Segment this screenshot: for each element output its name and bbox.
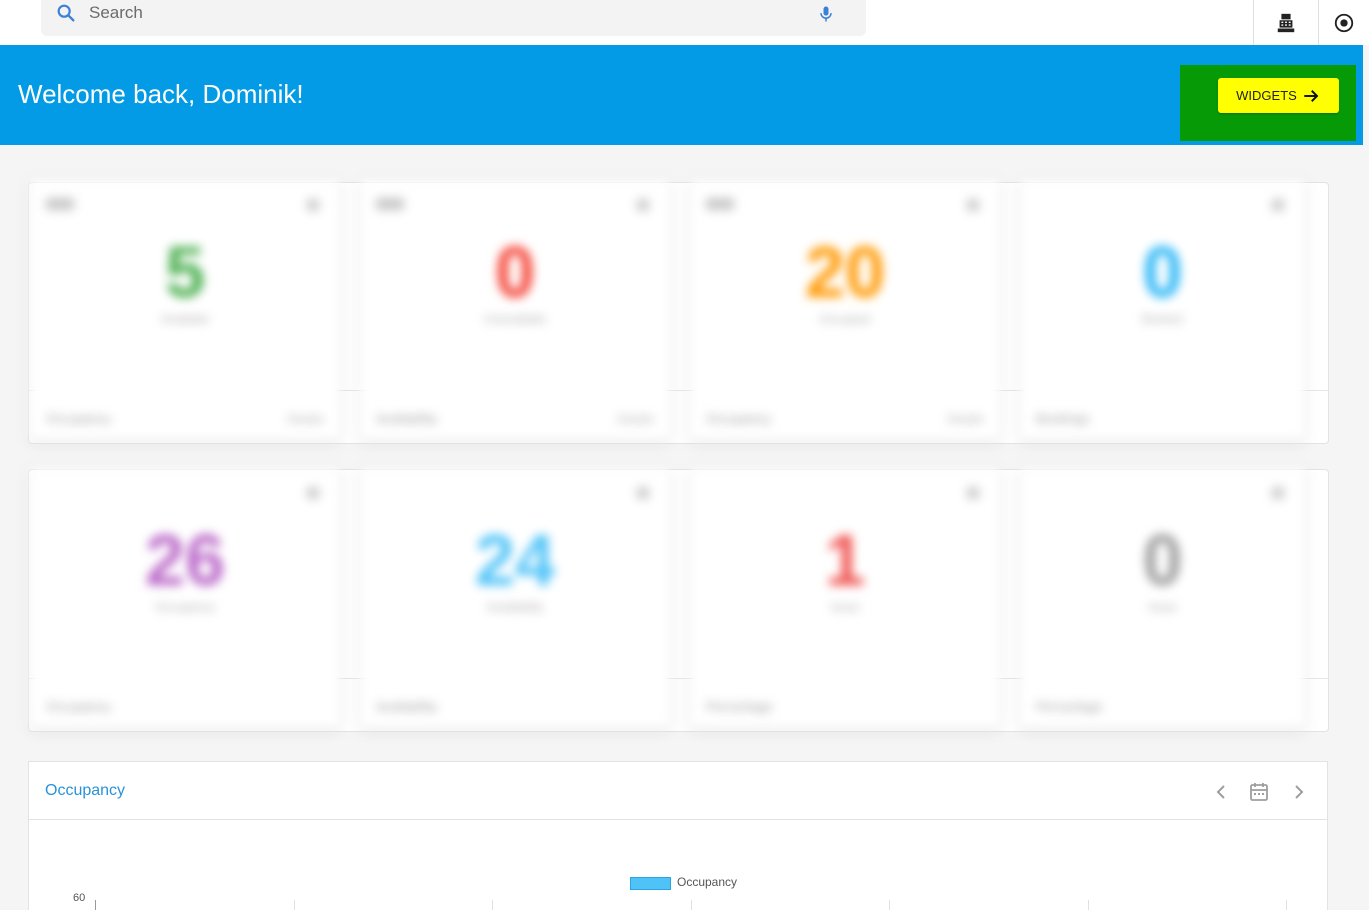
cash-register-button[interactable] xyxy=(1253,0,1318,45)
cash-register-icon xyxy=(1277,13,1295,32)
welcome-message: Welcome back, Dominik! xyxy=(18,79,304,109)
legend-label[interactable]: Occupancy xyxy=(677,875,737,889)
widget-row-2 xyxy=(28,469,1329,732)
arrow-right-icon xyxy=(1304,89,1319,102)
row-divider xyxy=(29,678,1328,679)
search-bar[interactable]: Search xyxy=(41,0,866,36)
search-input[interactable]: Search xyxy=(89,3,143,23)
grid-line xyxy=(294,900,295,910)
calendar-icon[interactable] xyxy=(1247,780,1271,804)
legend-swatch[interactable] xyxy=(630,877,671,890)
grid-line xyxy=(492,900,493,910)
widgets-button-label: WIDGETS xyxy=(1236,88,1297,103)
top-bar: Search xyxy=(0,0,1369,45)
widgets-highlight: WIDGETS xyxy=(1180,65,1356,141)
record-button[interactable] xyxy=(1318,0,1369,45)
microphone-icon[interactable] xyxy=(816,3,836,25)
row-divider xyxy=(29,390,1328,391)
occupancy-title: Occupancy xyxy=(45,782,126,799)
grid-line xyxy=(1088,900,1089,910)
widget-row-1 xyxy=(28,182,1329,444)
occupancy-panel: Occupancy Occupancy 60 xyxy=(28,761,1328,910)
widgets-button[interactable]: WIDGETS xyxy=(1218,78,1339,113)
chevron-left-icon[interactable] xyxy=(1209,780,1233,804)
record-icon xyxy=(1334,13,1354,32)
y-axis-line xyxy=(95,900,96,910)
search-icon xyxy=(57,4,75,22)
welcome-banner: Welcome back, Dominik! WIDGETS xyxy=(0,45,1363,145)
grid-line xyxy=(889,900,890,910)
grid-line xyxy=(691,900,692,910)
chevron-right-icon[interactable] xyxy=(1287,780,1311,804)
panel-divider xyxy=(29,819,1327,820)
y-axis-tick: 60 xyxy=(73,892,86,904)
grid-line xyxy=(1286,900,1287,910)
